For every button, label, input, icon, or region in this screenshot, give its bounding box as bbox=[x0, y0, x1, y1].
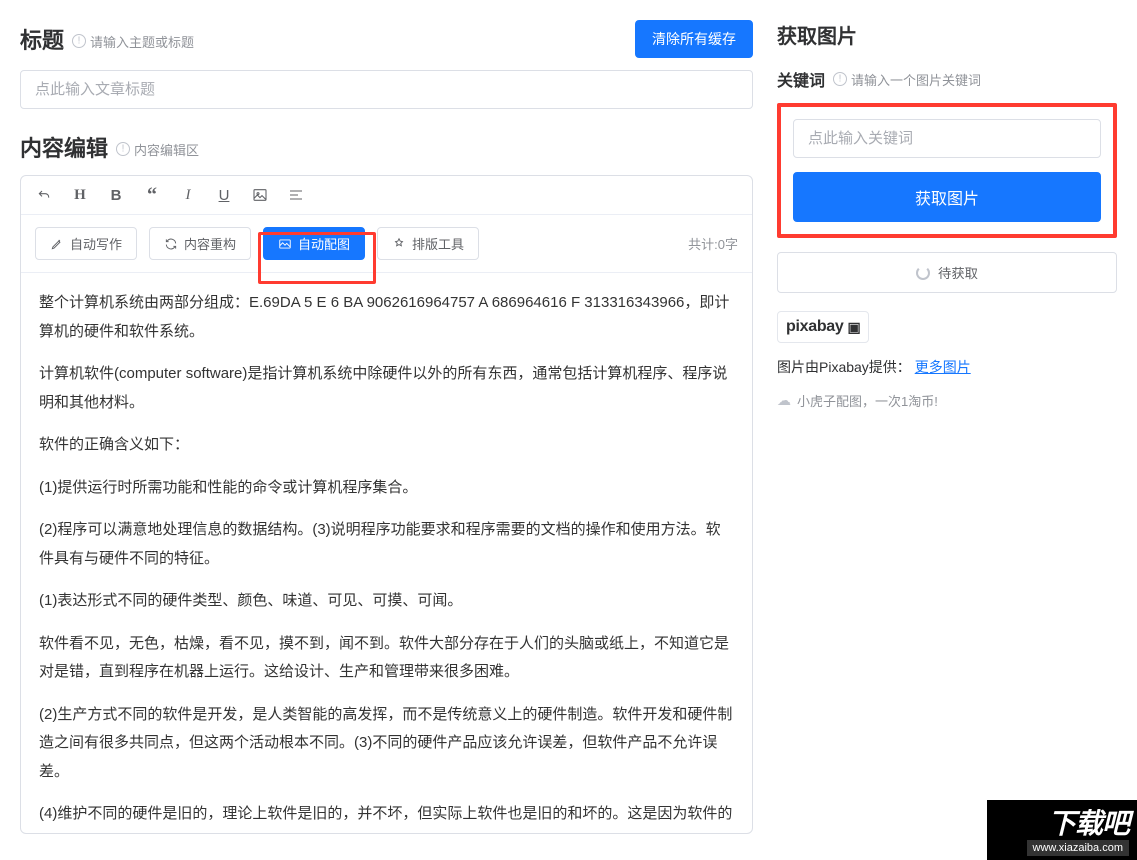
editor-paragraph: (1)表达形式不同的硬件类型、颜色、味道、可见、可摸、可闻。 bbox=[39, 587, 734, 616]
clear-cache-button[interactable]: 清除所有缓存 bbox=[635, 20, 753, 58]
keyword-label: 关键词 bbox=[777, 67, 825, 91]
pixabay-badge: pixabay ▣ bbox=[777, 311, 869, 343]
char-counter: 共计:0字 bbox=[688, 234, 738, 253]
watermark: 下载吧 www.xiazaiba.com bbox=[987, 800, 1137, 860]
quote-icon[interactable]: “ bbox=[143, 186, 161, 204]
tip-row: ☁ 小虎子配图，一次1淘币! bbox=[777, 391, 1117, 410]
editor-paragraph: (2)生产方式不同的软件是开发，是人类智能的高发挥，而不是传统意义上的硬件制造。… bbox=[39, 701, 734, 787]
editor-hint: 内容编辑区 bbox=[116, 140, 199, 159]
editor-paragraph: 软件看不见，无色，枯燥，看不见，摸不到，闻不到。软件大部分存在于人们的头脑或纸上… bbox=[39, 630, 734, 687]
camera-icon: ▣ bbox=[848, 319, 861, 336]
editor-paragraph: 整个计算机系统由两部分组成：E.69DA 5 E 6 BA 9062616964… bbox=[39, 289, 734, 346]
auto-image-button[interactable]: 自动配图 bbox=[263, 227, 365, 260]
editor-heading: 内容编辑 bbox=[20, 131, 108, 163]
keyword-header: 关键词 请输入一个图片关键词 bbox=[777, 67, 1117, 91]
editor-paragraph: 软件的正确含义如下： bbox=[39, 431, 734, 460]
editor-body[interactable]: 整个计算机系统由两部分组成：E.69DA 5 E 6 BA 9062616964… bbox=[21, 273, 752, 833]
keyword-input[interactable] bbox=[793, 119, 1101, 158]
title-section-header: 标题 请输入主题或标题 清除所有缓存 bbox=[20, 20, 753, 58]
image-credit: 图片由Pixabay提供： 更多图片 bbox=[777, 357, 1117, 377]
image-icon[interactable] bbox=[251, 186, 269, 204]
editor-paragraph: 计算机软件(computer software)是指计算机系统中除硬件以外的所有… bbox=[39, 360, 734, 417]
italic-icon[interactable]: I bbox=[179, 186, 197, 204]
fetch-image-button[interactable]: 获取图片 bbox=[793, 172, 1101, 222]
editor-paragraph: (4)维护不同的硬件是旧的，理论上软件是旧的，并不坏，但实际上软件也是旧的和坏的… bbox=[39, 800, 734, 833]
bold-icon[interactable]: B bbox=[107, 186, 125, 204]
image-section-heading: 获取图片 bbox=[777, 20, 1117, 49]
align-icon[interactable] bbox=[287, 186, 305, 204]
editor-section-header: 内容编辑 内容编辑区 bbox=[20, 131, 753, 163]
more-images-link[interactable]: 更多图片 bbox=[915, 359, 971, 375]
info-icon bbox=[833, 72, 847, 86]
editor-paragraph: (1)提供运行时所需功能和性能的命令或计算机程序集合。 bbox=[39, 474, 734, 503]
action-toolbar: 自动写作 内容重构 自动配图 排版工具 共计:0字 bbox=[21, 215, 752, 273]
underline-icon[interactable]: U bbox=[215, 186, 233, 204]
cloud-icon: ☁ bbox=[777, 392, 791, 409]
keyword-hint: 请输入一个图片关键词 bbox=[833, 70, 981, 89]
auto-write-button[interactable]: 自动写作 bbox=[35, 227, 137, 260]
info-icon bbox=[116, 142, 130, 156]
editor-container: H B “ I U 自动写作 内容重构 自动配图 bbox=[20, 175, 753, 834]
editor-paragraph: (2)程序可以满意地处理信息的数据结构。(3)说明程序功能要求和程序需要的文档的… bbox=[39, 516, 734, 573]
heading-icon[interactable]: H bbox=[71, 186, 89, 204]
undo-icon[interactable] bbox=[35, 186, 53, 204]
status-button[interactable]: 待获取 bbox=[777, 252, 1117, 293]
title-hint: 请输入主题或标题 bbox=[72, 32, 194, 51]
info-icon bbox=[72, 34, 86, 48]
title-heading: 标题 bbox=[20, 23, 64, 55]
restructure-button[interactable]: 内容重构 bbox=[149, 227, 251, 260]
format-toolbar: H B “ I U bbox=[21, 176, 752, 215]
loading-icon bbox=[916, 266, 930, 280]
article-title-input[interactable] bbox=[20, 70, 753, 109]
layout-tool-button[interactable]: 排版工具 bbox=[377, 227, 479, 260]
keyword-box-highlight: 获取图片 bbox=[777, 103, 1117, 238]
